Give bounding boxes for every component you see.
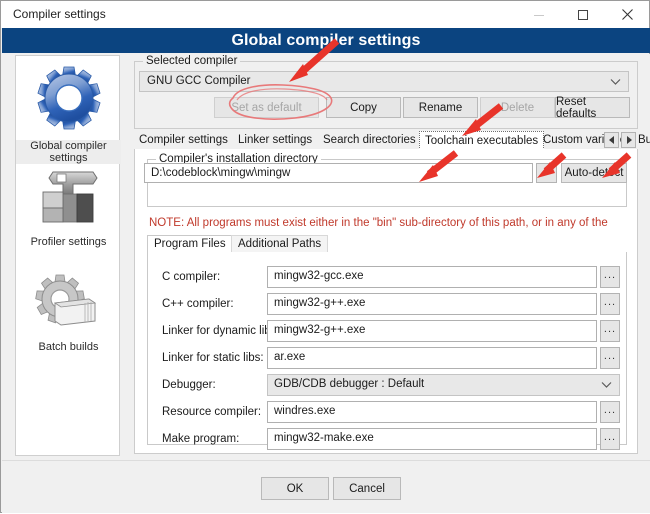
sidebar-item-label: Batch builds <box>38 341 99 353</box>
tab-additional-paths[interactable]: Additional Paths <box>231 235 329 253</box>
sidebar-item-batch-builds[interactable]: Batch builds <box>16 273 121 353</box>
minimize-button[interactable] <box>517 1 561 28</box>
install-dir-input[interactable]: D:\codeblock\mingw\mingw <box>144 163 533 183</box>
tab-program-files[interactable]: Program Files <box>147 235 233 253</box>
row-make-program: Make program: mingw32-make.exe ... <box>148 428 628 452</box>
blue-gear-icon <box>16 62 121 137</box>
linker-dynamic-value: mingw32-g++.exe <box>274 324 366 336</box>
cpp-compiler-input[interactable]: mingw32-g++.exe <box>267 293 597 315</box>
tab-search-directories[interactable]: Search directories <box>318 131 421 150</box>
window-caption: Compiler settings <box>13 7 106 21</box>
c-compiler-input[interactable]: mingw32-gcc.exe <box>267 266 597 288</box>
maximize-icon <box>577 9 589 21</box>
cancel-button[interactable]: Cancel <box>333 477 401 500</box>
c-compiler-browse-button[interactable]: ... <box>600 266 620 288</box>
gear-pages-icon <box>16 273 121 338</box>
make-program-browse-button[interactable]: ... <box>600 428 620 450</box>
make-program-label: Make program: <box>162 433 240 445</box>
triangle-right-icon <box>626 136 632 144</box>
debugger-select[interactable]: GDB/CDB debugger : Default <box>267 374 620 396</box>
settings-panel: Selected compiler GNU GCC Compiler Set a… <box>130 55 650 456</box>
set-as-default-button[interactable]: Set as default <box>214 97 319 118</box>
sidebar-item-global-compiler-settings[interactable]: Global compiler settings <box>16 62 121 164</box>
title-bar: Compiler settings <box>1 1 649 28</box>
sidebar-item-label: Profiler settings <box>30 236 107 248</box>
linker-static-input[interactable]: ar.exe <box>267 347 597 369</box>
tab-compiler-settings[interactable]: Compiler settings <box>134 131 233 150</box>
cpp-compiler-label: C++ compiler: <box>162 298 234 310</box>
row-cpp-compiler: C++ compiler: mingw32-g++.exe ... <box>148 293 628 317</box>
row-linker-static: Linker for static libs: ar.exe ... <box>148 347 628 371</box>
linker-dynamic-browse-button[interactable]: ... <box>600 320 620 342</box>
tab-toolchain-executables[interactable]: Toolchain executables <box>419 131 545 150</box>
make-program-value: mingw32-make.exe <box>274 432 374 444</box>
linker-dynamic-input[interactable]: mingw32-g++.exe <box>267 320 597 342</box>
caliper-icon <box>16 164 121 233</box>
linker-static-label: Linker for static libs: <box>162 352 264 364</box>
toolchain-executables-page: Compiler's installation directory D:\cod… <box>134 149 638 454</box>
tab-linker-settings[interactable]: Linker settings <box>233 131 317 150</box>
cpp-compiler-value: mingw32-g++.exe <box>274 297 366 309</box>
row-linker-dynamic: Linker for dynamic libs: mingw32-g++.exe… <box>148 320 628 344</box>
selected-compiler-group-label: Selected compiler <box>143 55 241 67</box>
ok-button[interactable]: OK <box>261 477 329 500</box>
compiler-select[interactable]: GNU GCC Compiler <box>139 71 629 92</box>
minimize-icon <box>533 9 545 21</box>
compiler-select-value: GNU GCC Compiler <box>147 75 251 87</box>
program-files-panel: C compiler: mingw32-gcc.exe ... C++ comp… <box>147 252 628 450</box>
sidebar-item-profiler-settings[interactable]: Profiler settings <box>16 164 121 248</box>
linker-dynamic-label: Linker for dynamic libs: <box>162 325 280 337</box>
tabs-scroll-left-button[interactable] <box>604 132 619 148</box>
close-button[interactable] <box>605 1 649 28</box>
row-debugger: Debugger: GDB/CDB debugger : Default <box>148 374 628 398</box>
page-title: Global compiler settings <box>231 32 421 49</box>
delete-button[interactable]: Delete <box>480 97 555 118</box>
compiler-settings-window: Compiler settings Global compiler settin… <box>0 0 650 513</box>
rename-button[interactable]: Rename <box>403 97 478 118</box>
copy-button[interactable]: Copy <box>326 97 401 118</box>
close-icon <box>621 8 634 21</box>
dialog-footer: OK Cancel <box>2 460 650 513</box>
header-band: Global compiler settings <box>2 28 650 53</box>
resource-compiler-browse-button[interactable]: ... <box>600 401 620 423</box>
sidebar: Global compiler settings Profiler settin… <box>15 55 121 456</box>
c-compiler-value: mingw32-gcc.exe <box>274 270 364 282</box>
settings-tabs: Compiler settings Linker settings Search… <box>134 131 650 150</box>
reset-defaults-button[interactable]: Reset defaults <box>555 96 630 120</box>
dialog-body: Global compiler settings Profiler settin… <box>2 54 650 460</box>
resource-compiler-label: Resource compiler: <box>162 406 262 418</box>
auto-detect-button[interactable]: Auto-detect <box>561 163 627 183</box>
tabs-scroll-right-button[interactable] <box>621 132 636 148</box>
program-files-tabs: Program Files Additional Paths <box>147 235 627 253</box>
resource-compiler-value: windres.exe <box>274 405 336 417</box>
browse-install-dir-button[interactable]: ... <box>536 163 557 183</box>
window-controls <box>517 1 649 28</box>
triangle-left-icon <box>608 136 614 144</box>
c-compiler-label: C compiler: <box>162 271 221 283</box>
linker-static-browse-button[interactable]: ... <box>600 347 620 369</box>
chevron-down-icon <box>610 77 621 89</box>
cpp-compiler-browse-button[interactable]: ... <box>600 293 620 315</box>
row-c-compiler: C compiler: mingw32-gcc.exe ... <box>148 266 628 290</box>
linker-static-value: ar.exe <box>274 351 306 363</box>
debugger-label: Debugger: <box>162 379 216 391</box>
install-dir-note: NOTE: All programs must exist either in … <box>149 217 608 229</box>
install-dir-value: D:\codeblock\mingw\mingw <box>151 167 291 179</box>
chevron-down-icon <box>601 380 612 392</box>
debugger-value: GDB/CDB debugger : Default <box>274 378 425 390</box>
row-resource-compiler: Resource compiler: windres.exe ... <box>148 401 628 425</box>
resource-compiler-input[interactable]: windres.exe <box>267 401 597 423</box>
sidebar-item-label: Global compiler settings <box>16 140 121 164</box>
make-program-input[interactable]: mingw32-make.exe <box>267 428 597 450</box>
maximize-button[interactable] <box>561 1 605 28</box>
